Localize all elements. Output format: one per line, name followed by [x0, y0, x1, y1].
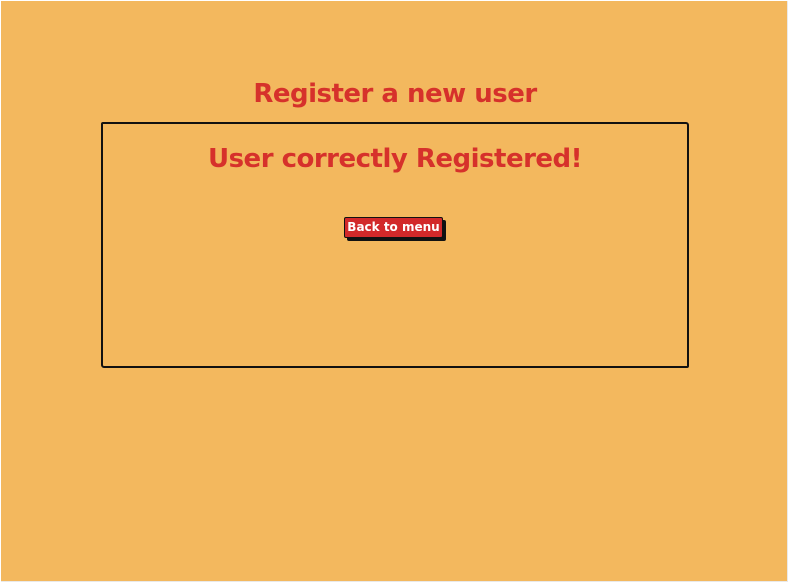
page-title: Register a new user — [253, 79, 537, 109]
registration-result-panel: User correctly Registered! Back to menu — [101, 122, 689, 368]
page-background: Register a new user User correctly Regis… — [1, 1, 788, 582]
success-message: User correctly Registered! — [207, 144, 583, 174]
back-to-menu-button[interactable]: Back to menu — [344, 217, 443, 238]
